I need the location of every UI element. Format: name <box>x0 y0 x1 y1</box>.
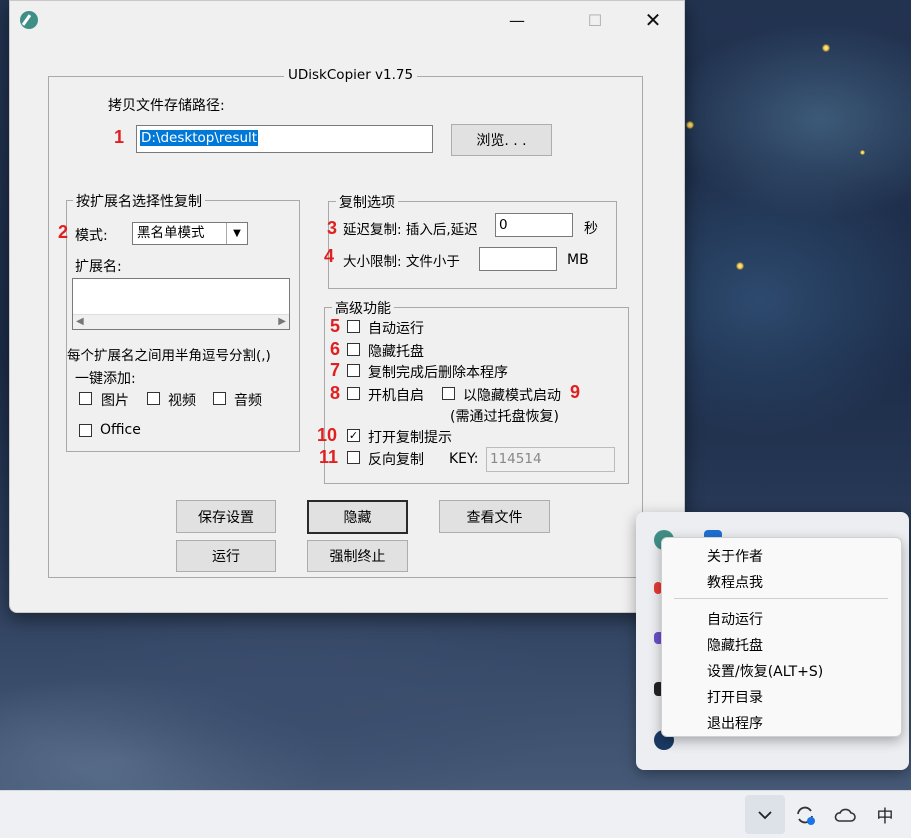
run-button[interactable]: 运行 <box>176 540 276 572</box>
copy-notice-label: 打开复制提示 <box>368 430 452 446</box>
firefly-light <box>686 121 694 129</box>
auto-run-label: 自动运行 <box>368 321 424 337</box>
scroll-right-icon[interactable]: ▶ <box>278 311 286 333</box>
maximize-button[interactable]: ☐ <box>572 1 618 39</box>
mode-select-value: 黑名单模式 <box>137 225 205 241</box>
scroll-left-icon[interactable]: ◀ <box>76 311 84 333</box>
copy-notice-checkbox[interactable]: ✓ <box>347 429 360 442</box>
size-limit-unit: MB <box>567 252 589 268</box>
title-bar[interactable]: — ☐ ✕ <box>10 1 684 39</box>
delay-label: 延迟复制: 插入后,延迟 <box>343 222 478 238</box>
menu-item-hide-tray[interactable]: 隐藏托盘 <box>707 635 763 655</box>
size-limit-input[interactable] <box>479 247 557 271</box>
copy-options-title: 复制选项 <box>336 192 398 212</box>
annotation-5: 5 <box>330 316 341 336</box>
extension-group-title: 按扩展名选择性复制 <box>73 191 205 211</box>
menu-separator <box>674 598 888 599</box>
chevron-down-icon <box>758 810 772 819</box>
minimize-button[interactable]: — <box>494 1 540 39</box>
app-window: — ☐ ✕ UDiskCopier v1.75 拷贝文件存储路径: 1 D:\d… <box>9 0 685 613</box>
mode-select[interactable]: 黑名单模式 ▼ <box>132 222 248 245</box>
firefly-light <box>822 44 830 52</box>
copy-options-groupbox <box>328 201 617 289</box>
mode-label: 模式: <box>75 228 108 244</box>
menu-item-open-directory[interactable]: 打开目录 <box>707 687 763 707</box>
audio-label: 音频 <box>234 393 262 409</box>
browse-button[interactable]: 浏览. . . <box>451 124 552 156</box>
horizontal-scrollbar[interactable]: ◀ ▶ <box>73 314 289 329</box>
delay-unit: 秒 <box>584 221 598 237</box>
menu-item-about-author[interactable]: 关于作者 <box>707 546 763 566</box>
annotation-1: 1 <box>114 127 125 147</box>
hide-tray-label: 隐藏托盘 <box>368 344 424 360</box>
hidden-start-checkbox[interactable] <box>442 387 455 400</box>
extension-input[interactable]: ◀ ▶ <box>72 278 290 330</box>
annotation-10: 10 <box>317 425 338 445</box>
annotation-9: 9 <box>570 382 581 402</box>
cloud-icon <box>834 808 856 822</box>
annotation-2: 2 <box>58 222 69 242</box>
reverse-copy-checkbox[interactable] <box>347 451 360 464</box>
annotation-11: 11 <box>319 447 339 467</box>
size-limit-label: 大小限制: 文件小于 <box>343 254 460 270</box>
path-input-value: D:\desktop\result <box>140 130 259 146</box>
hide-button[interactable]: 隐藏 <box>307 500 408 534</box>
annotation-6: 6 <box>330 339 341 359</box>
save-settings-button[interactable]: 保存设置 <box>176 500 276 533</box>
menu-item-exit[interactable]: 退出程序 <box>707 713 763 733</box>
path-input[interactable]: D:\desktop\result <box>136 125 433 153</box>
hidden-start-label: 以隐藏模式启动 <box>463 388 561 404</box>
hidden-mode-note: (需通过托盘恢复) <box>450 409 559 425</box>
menu-item-auto-run[interactable]: 自动运行 <box>707 609 763 629</box>
advanced-title: 高级功能 <box>332 298 394 318</box>
images-label: 图片 <box>101 393 129 409</box>
app-icon <box>20 11 38 29</box>
video-label: 视频 <box>168 393 196 409</box>
start-on-boot-label: 开机自启 <box>368 388 424 404</box>
force-stop-button[interactable]: 强制终止 <box>307 540 408 572</box>
self-delete-label: 复制完成后删除本程序 <box>368 365 508 381</box>
path-label: 拷贝文件存储路径: <box>108 98 225 114</box>
ime-indicator[interactable]: 中 <box>868 791 902 838</box>
window-title: UDiskCopier v1.75 <box>284 67 418 83</box>
tray-context-menu: 关于作者 教程点我 自动运行 隐藏托盘 设置/恢复(ALT+S) 打开目录 退出… <box>661 537 902 737</box>
extension-label: 扩展名: <box>75 259 122 275</box>
office-label: Office <box>100 422 141 438</box>
view-files-button[interactable]: 查看文件 <box>439 500 550 533</box>
audio-checkbox[interactable] <box>213 392 226 405</box>
quick-add-label: 一键添加: <box>75 371 136 387</box>
self-delete-checkbox[interactable] <box>347 364 360 377</box>
annotation-3: 3 <box>327 218 338 238</box>
menu-item-tutorial[interactable]: 教程点我 <box>707 572 763 592</box>
reverse-copy-label: 反向复制 <box>368 452 424 468</box>
tray-overflow-button[interactable] <box>745 795 785 834</box>
images-checkbox[interactable] <box>79 392 92 405</box>
menu-item-settings-restore[interactable]: 设置/恢复(ALT+S) <box>707 661 823 681</box>
firefly-light <box>860 150 865 155</box>
chevron-down-icon: ▼ <box>226 223 247 244</box>
annotation-7: 7 <box>330 360 341 380</box>
sync-button[interactable] <box>788 791 822 838</box>
key-input[interactable]: 114514 <box>486 447 615 472</box>
annotation-8: 8 <box>330 383 341 403</box>
start-on-boot-checkbox[interactable] <box>347 387 360 400</box>
sync-icon <box>797 806 815 825</box>
video-checkbox[interactable] <box>147 392 160 405</box>
annotation-4: 4 <box>324 246 335 266</box>
extension-hint: 每个扩展名之间用半角逗号分割(,) <box>67 348 271 364</box>
firefly-light <box>736 262 744 270</box>
taskbar: 中 <box>0 790 911 838</box>
delay-input[interactable]: 0 <box>495 213 573 237</box>
close-button[interactable]: ✕ <box>630 1 676 39</box>
auto-run-checkbox[interactable] <box>347 320 360 333</box>
office-checkbox[interactable] <box>79 424 92 437</box>
hide-tray-checkbox[interactable] <box>347 343 360 356</box>
key-label: KEY: <box>449 451 479 467</box>
onedrive-button[interactable] <box>828 791 862 838</box>
